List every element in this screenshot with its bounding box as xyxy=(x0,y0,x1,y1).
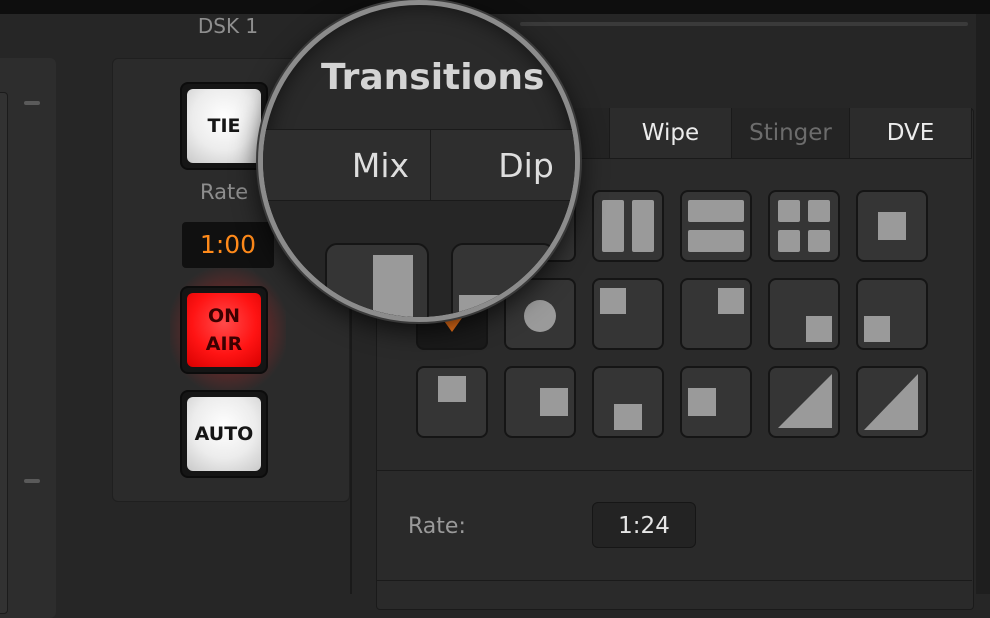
collapse-arrow-icon: ▾ xyxy=(556,57,576,98)
left-panel xyxy=(0,58,56,618)
left-center-box-icon xyxy=(688,388,716,416)
wipe-pattern-corner-top-right[interactable] xyxy=(680,278,752,350)
mag-pattern-left-right[interactable] xyxy=(325,243,429,317)
wipe-pattern-corner-top-left[interactable] xyxy=(592,278,664,350)
corner-top-right-icon xyxy=(718,288,744,314)
corner-bottom-right-icon xyxy=(806,316,832,342)
vertical-split-icon xyxy=(602,200,654,252)
quad-split-icon xyxy=(778,200,830,252)
wipe-pattern-left-center[interactable] xyxy=(680,366,752,438)
tab-dve-label: DVE xyxy=(886,120,935,146)
tie-button[interactable]: TIE xyxy=(180,82,268,170)
tab-wipe-label: Wipe xyxy=(641,120,700,146)
transition-rate-input[interactable]: 1:24 xyxy=(592,502,696,548)
mag-top-bottom-wipe-icon xyxy=(459,295,553,317)
on-air-line-2: AIR xyxy=(205,333,243,355)
transitions-title: Transitions ▾ xyxy=(321,57,575,98)
tab-dve[interactable]: DVE xyxy=(850,108,972,158)
horizontal-split-icon xyxy=(688,200,744,252)
diagonal-left-icon xyxy=(776,374,832,430)
mag-tab-dip-label: Dip xyxy=(498,146,554,185)
wipe-pattern-quad[interactable] xyxy=(768,190,840,262)
bottom-divider xyxy=(376,580,972,581)
transitions-title-text: Transitions xyxy=(321,57,545,98)
box-center-icon xyxy=(878,212,906,240)
magnifier-callout: Transitions ▾ Mix Dip xyxy=(258,0,580,322)
wipe-pattern-diagonal-right[interactable] xyxy=(856,366,928,438)
rate-row-divider xyxy=(376,470,972,471)
mag-tab-dip[interactable]: Dip xyxy=(431,129,575,201)
top-bar xyxy=(0,0,990,14)
mag-left-right-wipe-icon xyxy=(373,255,413,317)
dsk-rate-label: Rate xyxy=(200,180,249,204)
slider-tick-top xyxy=(24,101,40,105)
wipe-pattern-corner-bottom-left[interactable] xyxy=(856,278,928,350)
top-scrollbar[interactable] xyxy=(520,22,968,26)
tab-wipe[interactable]: Wipe xyxy=(610,108,732,158)
wipe-pattern-diagonal-left[interactable] xyxy=(768,366,840,438)
wipe-pattern-right-center[interactable] xyxy=(504,366,576,438)
slider-tick-bottom xyxy=(24,479,40,483)
on-air-button[interactable]: ON AIR xyxy=(180,286,268,374)
wipe-pattern-top-center[interactable] xyxy=(416,366,488,438)
mag-tab-mix-label: Mix xyxy=(351,146,410,185)
on-air-line-1: ON xyxy=(207,305,241,327)
wipe-pattern-bottom-center[interactable] xyxy=(592,366,664,438)
dsk-title: DSK 1 xyxy=(197,14,259,38)
tab-stinger[interactable]: Stinger xyxy=(732,108,850,158)
auto-button-label: AUTO xyxy=(187,397,261,471)
mag-tab-mix[interactable]: Mix xyxy=(263,129,431,201)
corner-bottom-left-icon xyxy=(864,316,890,342)
tab-stinger-label: Stinger xyxy=(749,120,832,146)
wipe-pattern-box-center[interactable] xyxy=(856,190,928,262)
wipe-pattern-horizontal-split[interactable] xyxy=(680,190,752,262)
bottom-center-box-icon xyxy=(614,404,642,430)
right-edge xyxy=(976,14,990,594)
mag-pattern-top-bottom[interactable] xyxy=(451,243,555,317)
left-slider-track[interactable] xyxy=(0,92,8,614)
transition-rate-label: Rate: xyxy=(408,514,466,539)
right-center-box-icon xyxy=(540,388,568,416)
on-air-button-label: ON AIR xyxy=(187,293,261,367)
top-center-box-icon xyxy=(438,376,466,402)
dsk-rate-display[interactable]: 1:00 xyxy=(182,222,274,268)
tie-button-label: TIE xyxy=(187,89,261,163)
auto-button[interactable]: AUTO xyxy=(180,390,268,478)
wipe-pattern-vertical-split[interactable] xyxy=(592,190,664,262)
corner-top-left-icon xyxy=(600,288,626,314)
wipe-pattern-corner-bottom-right[interactable] xyxy=(768,278,840,350)
diagonal-right-icon xyxy=(864,374,918,430)
